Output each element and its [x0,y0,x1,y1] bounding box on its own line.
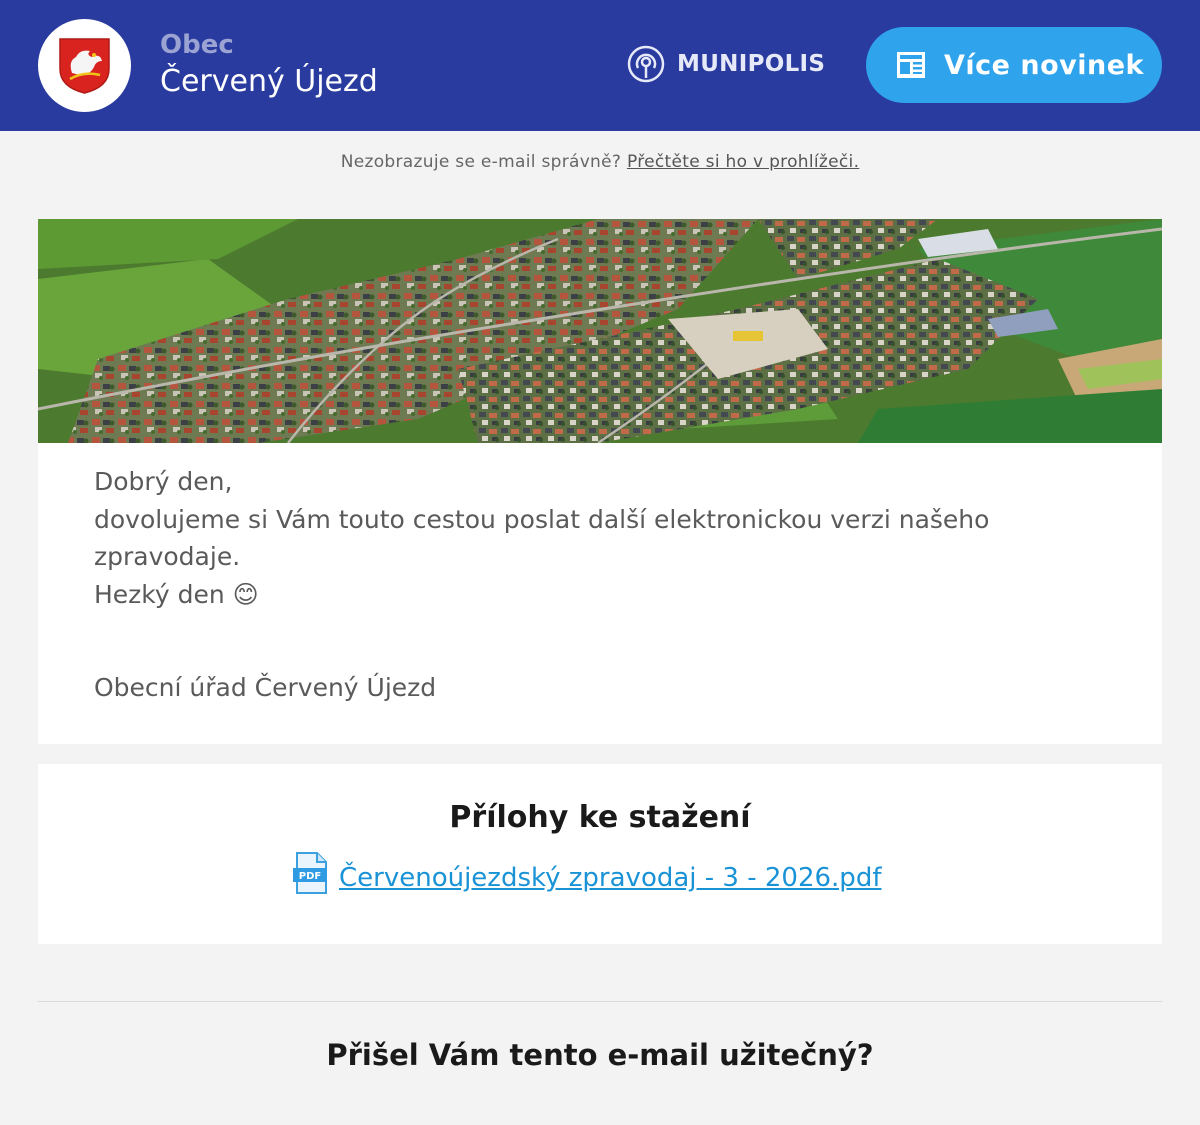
view-in-browser-notice: Nezobrazuje se e-mail správně? Přečtěte … [0,152,1200,172]
attachment-item[interactable]: PDF Červenoújezdský zpravodaj - 3 - 2026… [293,852,881,901]
view-in-browser-link[interactable]: Přečtěte si ho v prohlížeči. [627,152,859,172]
feedback-question: Přišel Vám tento e-mail užitečný? [326,1038,874,1072]
message-text: dovolujeme si Vám touto cestou poslat da… [94,504,990,572]
signature: Obecní úřad Červený Újezd [94,673,437,702]
section-divider [38,1001,1162,1002]
attachments-title: Přílohy ke stažení [449,800,751,835]
municipality-logo[interactable] [38,19,131,112]
greeting: Dobrý den, [94,467,233,496]
attachments-card: Přílohy ke stažení [38,764,1162,944]
header-bar: Obec Červený Újezd MUNIPOLIS Více novine… [0,0,1200,131]
broadcast-icon [627,45,665,83]
message-body: Dobrý den, dovolujeme si Vám touto cesto… [94,463,1094,707]
closing: Hezký den 😊 [94,579,259,609]
notice-text: Nezobrazuje se e-mail správně? [340,152,622,172]
pdf-icon: PDF [293,852,327,894]
attachment-link[interactable]: Červenoújezdský zpravodaj - 3 - 2026.pdf [339,863,881,893]
svg-text:PDF: PDF [299,871,321,882]
brand-name: Červený Újezd [160,64,378,99]
newspaper-icon [897,52,925,78]
message-card: Dobrý den, dovolujeme si Vám touto cesto… [38,443,1162,744]
aerial-village-image [38,219,1162,443]
coat-of-arms-icon [59,38,110,94]
brand-prefix: Obec [160,30,234,60]
hero-aerial-photo [38,219,1162,443]
platform-logo[interactable]: MUNIPOLIS [627,44,825,84]
platform-name: MUNIPOLIS [677,51,826,77]
more-news-button[interactable]: Více novinek [866,27,1162,103]
more-news-label: Více novinek [944,49,1144,81]
